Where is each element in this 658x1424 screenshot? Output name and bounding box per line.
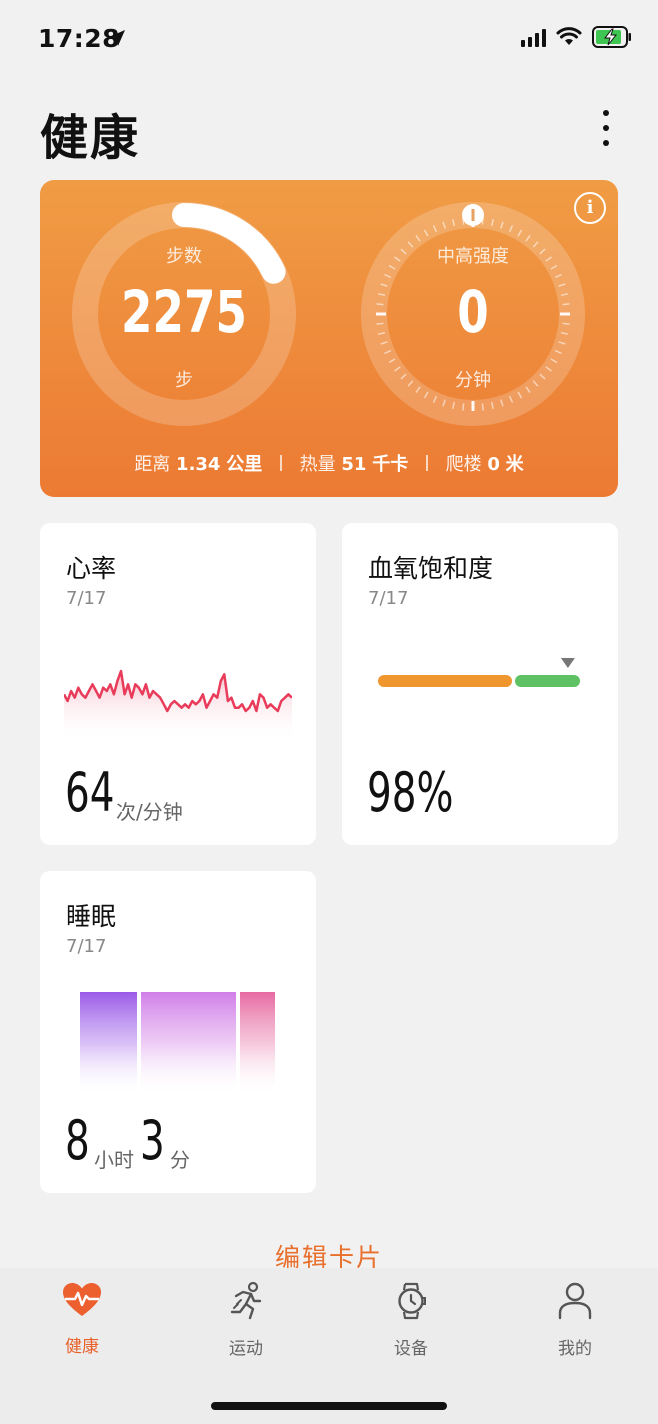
tab-exercise-label: 运动 [229, 1339, 263, 1359]
dot-icon [603, 140, 609, 146]
sleep-date: 7/17 [66, 936, 107, 957]
distance-label: 距离 [134, 454, 171, 475]
sleep-minutes-unit: 分 [170, 1148, 190, 1172]
cellular-signal-icon [521, 27, 546, 47]
home-indicator [211, 1402, 447, 1410]
blood-oxygen-title: 血氧饱和度 [368, 554, 494, 583]
tab-exercise[interactable]: 运动 [186, 1282, 306, 1359]
divider [425, 455, 428, 471]
floors-value: 0 [487, 454, 500, 475]
dot-icon [603, 110, 609, 116]
tab-devices[interactable]: 设备 [351, 1282, 471, 1359]
dot-icon [603, 125, 609, 131]
heart-rate-title: 心率 [66, 554, 117, 583]
intensity-value: 0 [457, 278, 489, 346]
intensity-tick [462, 403, 465, 411]
heart-pulse-icon [63, 1283, 101, 1316]
tab-bar: 健康 运动 设备 我的 [0, 1268, 658, 1424]
page-title: 健康 [40, 110, 141, 166]
person-icon [558, 1282, 592, 1320]
steps-label: 步数 [166, 246, 202, 267]
tab-health-label: 健康 [65, 1337, 99, 1357]
activity-summary-card[interactable]: 步数 2275 步 中高强度 0 分钟 i 距离 1.34 公里 热量 51 千… [40, 180, 618, 497]
more-options-button[interactable] [594, 106, 618, 150]
intensity-tick [481, 403, 484, 411]
spo2-low-range [378, 675, 512, 687]
sleep-title: 睡眠 [66, 902, 117, 931]
sleep-hours-unit: 小时 [94, 1148, 134, 1172]
floors-unit: 米 [505, 454, 524, 475]
divider [279, 455, 282, 471]
running-icon [230, 1282, 262, 1320]
sleep-card[interactable]: 睡眠 7/17 8 小时 3 分 [40, 871, 316, 1193]
blood-oxygen-scale [378, 658, 580, 687]
intensity-unit: 分钟 [455, 370, 491, 391]
intensity-tick [562, 322, 570, 325]
floors-label: 爬楼 [445, 454, 482, 475]
battery-charging-icon [592, 26, 631, 48]
blood-oxygen-date: 7/17 [368, 588, 409, 609]
sleep-minutes-value: 3 [140, 1109, 165, 1172]
heart-rate-unit: 次/分钟 [116, 800, 183, 824]
heart-rate-chart [64, 669, 292, 743]
sleep-segment [141, 992, 236, 1096]
distance-unit: 公里 [226, 454, 263, 475]
distance-value: 1.34 [176, 454, 221, 475]
location-arrow-icon [109, 30, 125, 46]
steps-value: 2275 [121, 278, 247, 346]
spo2-normal-range [515, 675, 580, 687]
activity-stats: 距离 1.34 公里 热量 51 千卡 爬楼 0 米 [40, 450, 618, 476]
sleep-chart [80, 992, 275, 1096]
sleep-segment [240, 992, 275, 1096]
tab-profile[interactable]: 我的 [515, 1282, 635, 1359]
calories-value: 51 [341, 454, 367, 475]
heart-rate-value: 64 [65, 761, 115, 824]
spo2-marker-icon [560, 658, 575, 668]
heart-rate-date: 7/17 [66, 588, 107, 609]
blood-oxygen-card[interactable]: 血氧饱和度 7/17 98% [342, 523, 618, 845]
steps-unit: 步 [175, 370, 193, 391]
intensity-tick [562, 303, 570, 306]
blood-oxygen-value: 98% [367, 761, 454, 824]
tab-devices-label: 设备 [394, 1339, 428, 1359]
sleep-segment [80, 992, 137, 1096]
heart-rate-card[interactable]: 心率 7/17 64 次/分钟 [40, 523, 316, 845]
calories-label: 热量 [299, 454, 336, 475]
intensity-tick [376, 322, 384, 325]
wifi-icon [556, 27, 582, 45]
watch-icon [398, 1282, 426, 1320]
sleep-hours-value: 8 [65, 1109, 90, 1172]
intensity-tick [376, 303, 384, 306]
info-icon[interactable]: i [574, 192, 606, 224]
intensity-label: 中高强度 [437, 246, 509, 267]
tab-health[interactable]: 健康 [22, 1282, 142, 1357]
status-icons [521, 26, 632, 48]
tab-profile-label: 我的 [558, 1339, 592, 1359]
calories-unit: 千卡 [372, 454, 409, 475]
